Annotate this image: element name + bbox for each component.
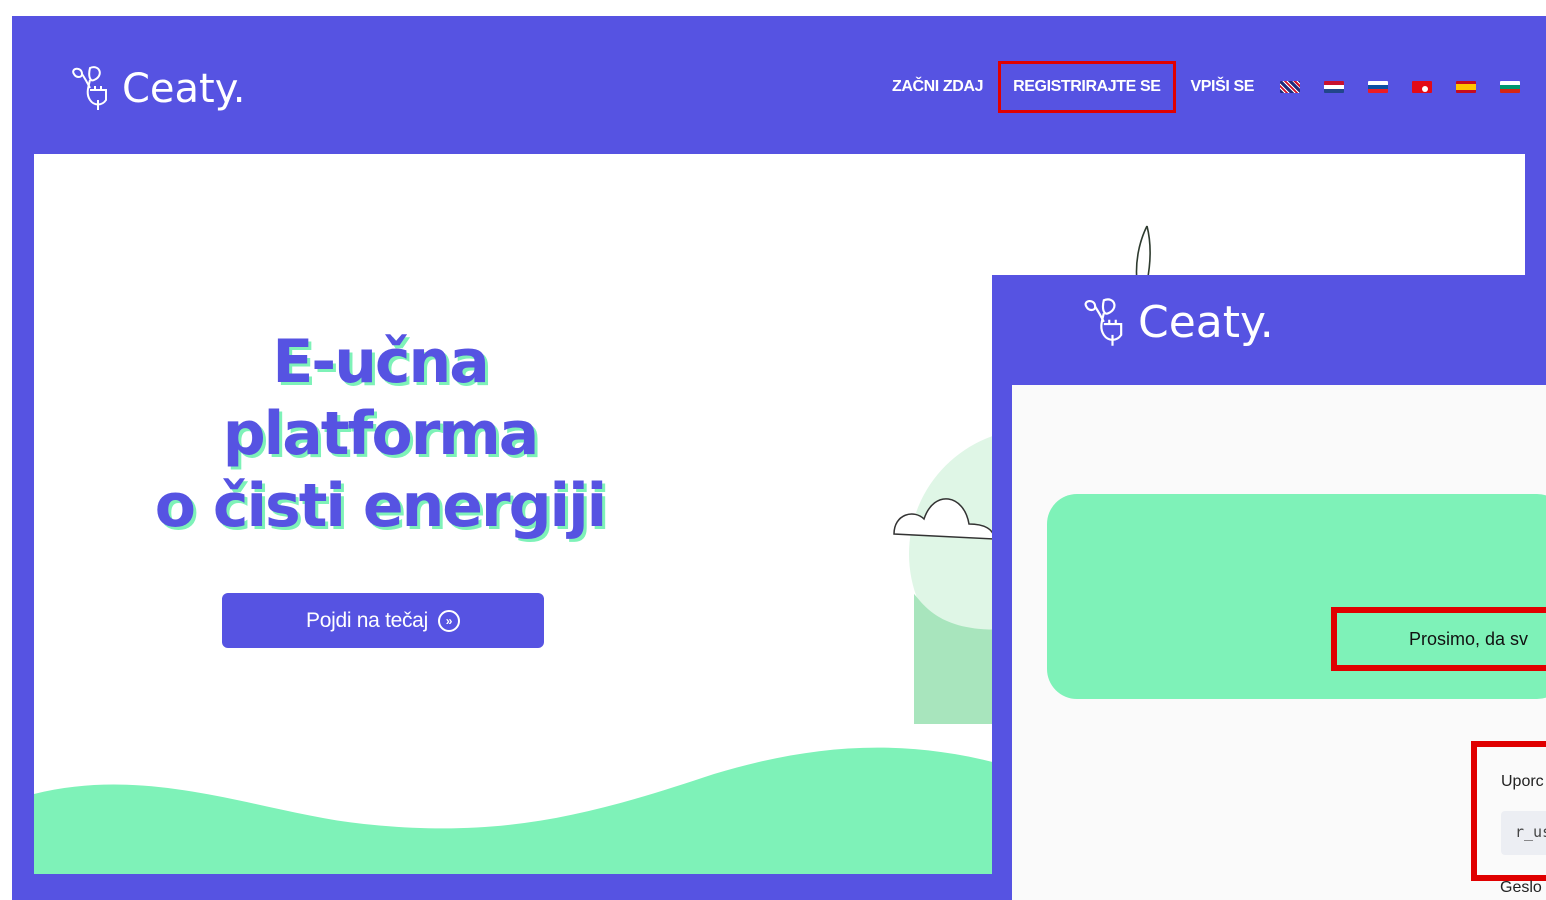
main-nav: ZAČNI ZDAJ REGISTRIRAJTE SE VPIŠI SE (892, 61, 1520, 113)
nav-start-now[interactable]: ZAČNI ZDAJ (892, 78, 984, 96)
overlay-brand-name: Ceaty. (1138, 297, 1274, 348)
uk-flag-icon[interactable] (1280, 81, 1300, 93)
slovenia-flag-icon[interactable] (1368, 81, 1388, 93)
language-switcher (1280, 81, 1520, 93)
notice-message: Prosimo, da sv (1331, 607, 1546, 671)
hero-title: E-učna platforma o čisti energiji (130, 326, 630, 542)
hero-title-line-3: o čisti energiji (154, 471, 607, 541)
hero-title-line-1: E-učna (272, 327, 489, 397)
double-chevron-right-circle-icon: » (437, 609, 460, 632)
overlay-brand-logo[interactable]: Ceaty. (1080, 297, 1274, 348)
registration-form-highlight: Uporc r_us (1471, 741, 1546, 881)
leaf-plug-icon (1084, 297, 1123, 346)
password-label: Geslo (1500, 879, 1542, 896)
overlay-header: Ceaty. (992, 275, 1546, 385)
header: Ceaty. ZAČNI ZDAJ REGISTRIRAJTE SE VPIŠI… (12, 16, 1546, 154)
registration-page-screenshot: Ceaty. Prosimo, da sv Uporc r_us Geslo (992, 275, 1546, 900)
go-to-course-button[interactable]: Pojdi na tečaj » (222, 593, 544, 648)
go-to-course-label: Pojdi na tečaj (306, 608, 428, 632)
username-input[interactable]: r_us (1501, 811, 1546, 855)
nav-sign-in[interactable]: VPIŠI SE (1191, 78, 1255, 96)
brand-name: Ceaty. (122, 66, 246, 112)
notice-message-text: Prosimo, da sv (1409, 628, 1529, 649)
nav-register[interactable]: REGISTRIRAJTE SE (998, 61, 1176, 113)
username-label: Uporc (1501, 773, 1544, 790)
turkey-flag-icon[interactable] (1412, 81, 1432, 93)
netherlands-flag-icon[interactable] (1324, 81, 1344, 93)
bulgaria-flag-icon[interactable] (1500, 81, 1520, 93)
spain-flag-icon[interactable] (1456, 81, 1476, 93)
registration-content: Prosimo, da sv Uporc r_us Geslo (1012, 385, 1546, 900)
leaf-plug-icon (72, 66, 107, 110)
green-hill-illustration (34, 747, 1034, 874)
hero-title-line-2: platforma (222, 399, 540, 469)
username-value: r_us (1515, 823, 1546, 841)
brand-logo[interactable]: Ceaty. (68, 66, 245, 112)
